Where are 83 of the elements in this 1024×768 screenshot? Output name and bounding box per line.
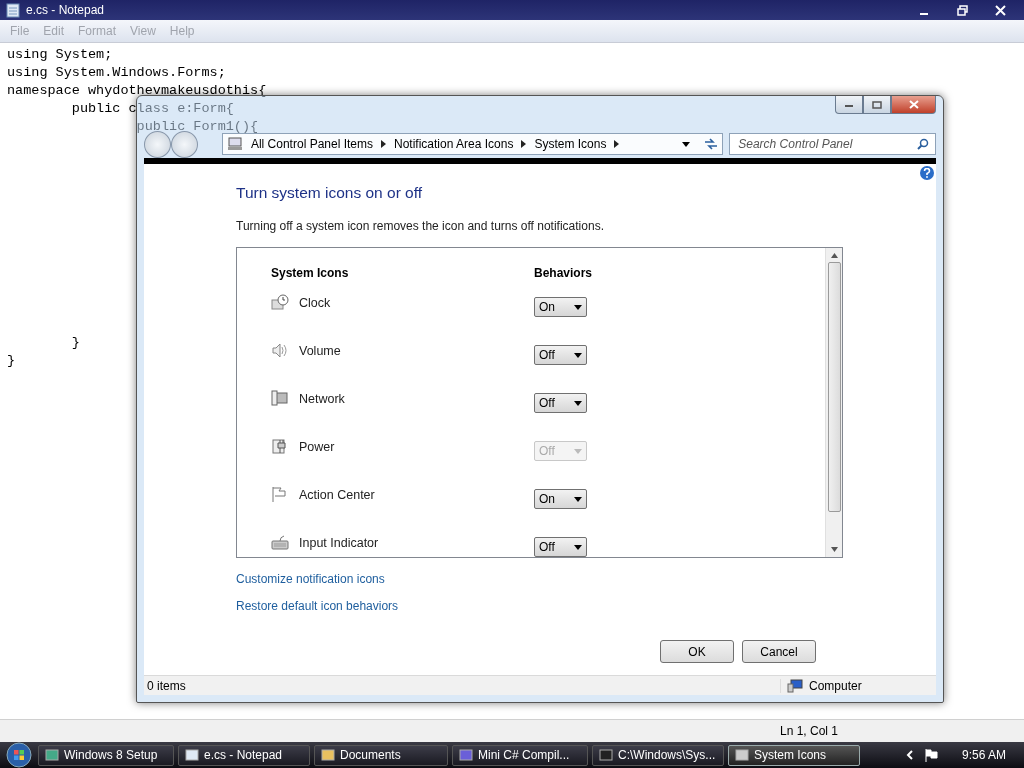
code-line: namespace whydothevmakeusdothis{	[7, 82, 267, 100]
behavior-dropdown[interactable]: On	[534, 297, 587, 317]
app-icon	[735, 748, 749, 762]
computer-icon	[787, 678, 803, 693]
caret-icon	[574, 448, 582, 454]
app-icon	[321, 748, 335, 762]
search-field[interactable]: Search Control Panel	[729, 133, 936, 155]
caret-icon	[574, 496, 582, 502]
icon-name: Input Indicator	[299, 535, 379, 550]
code-line: using System.Windows.Forms;	[7, 64, 226, 82]
caret-icon	[682, 141, 691, 147]
behavior-dropdown[interactable]: On	[534, 489, 587, 509]
scroll-up-icon[interactable]	[830, 253, 838, 258]
breadcrumb-item[interactable]: All Control Panel Items	[250, 137, 373, 151]
code-line: public Form1(){	[135, 118, 259, 136]
taskbar-button[interactable]: C:\Windows\Sys...	[592, 744, 724, 766]
code-line: }	[70, 334, 80, 352]
caret-icon	[574, 352, 582, 358]
restore-icon	[956, 4, 968, 16]
taskbar-button[interactable]: Mini C# Compil...	[452, 744, 588, 766]
icon-name: Action Center	[299, 487, 375, 502]
icon-name: Power	[299, 439, 335, 454]
computer-icon	[226, 137, 243, 151]
search-input[interactable]: Search Control Panel	[736, 136, 917, 152]
cursor-position: Ln 1, Col 1	[780, 724, 839, 738]
breadcrumb-item[interactable]: Notification Area Icons	[394, 137, 514, 151]
taskbar-button[interactable]: Windows 8 Setup	[38, 744, 174, 766]
refresh-icon[interactable]	[704, 138, 719, 150]
arrow-icon[interactable]	[614, 140, 620, 148]
keyboard-icon	[271, 534, 289, 551]
item-count: 0 items	[147, 678, 186, 693]
search-icon	[917, 138, 929, 150]
close-icon	[994, 4, 1006, 16]
clock-icon	[271, 294, 289, 311]
network-icon	[271, 390, 289, 407]
code-line: }	[7, 352, 16, 370]
cancel-button[interactable]: Cancel	[742, 640, 816, 663]
caret-icon	[574, 544, 582, 550]
chevron-icon[interactable]	[905, 750, 914, 760]
link[interactable]: Customize notification icons	[236, 572, 936, 586]
code-line: using System;	[7, 46, 113, 64]
location-text: Computer	[809, 678, 862, 693]
icon-name: Network	[299, 391, 345, 406]
window-title: e.cs - Notepad	[26, 3, 105, 17]
flag-icon	[271, 486, 289, 503]
taskbar-button[interactable]: Documents	[314, 744, 448, 766]
page-heading: Turn system icons on or off	[236, 184, 424, 202]
maximize-icon	[872, 100, 882, 109]
start-button[interactable]	[4, 742, 34, 768]
description-text: Turning off a system icon removes the icon and turns off notifications.	[236, 219, 605, 233]
column-header: Behaviors	[534, 266, 594, 282]
minimize-button[interactable]	[835, 96, 863, 114]
app-icon	[185, 748, 199, 762]
arrow-icon[interactable]	[521, 140, 527, 148]
behavior-dropdown[interactable]: Off	[534, 345, 587, 365]
icon-name: Volume	[299, 343, 341, 358]
scrollbar[interactable]	[825, 248, 842, 557]
address-bar[interactable]: All Control Panel Items Notification Area Icons System Icons	[221, 133, 724, 155]
behavior-dropdown[interactable]: Off	[534, 393, 587, 413]
app-icon	[459, 748, 473, 762]
scroll-down-icon[interactable]	[830, 547, 838, 552]
app-icon	[599, 748, 613, 762]
behavior-dropdown[interactable]: Off	[534, 537, 587, 557]
minimize-icon	[920, 13, 928, 15]
plug-icon	[271, 438, 289, 455]
speaker-icon	[271, 342, 289, 359]
close-icon	[908, 100, 919, 109]
icon-name: Clock	[299, 295, 331, 310]
clock-text: 9:56 AM	[961, 748, 1006, 762]
taskbar-button[interactable]: System Icons	[728, 744, 860, 766]
link[interactable]: Restore default icon behaviors	[236, 599, 936, 613]
taskbar-button[interactable]: e.cs - Notepad	[178, 744, 310, 766]
ok-button[interactable]: OK	[660, 640, 734, 663]
notepad-icon	[6, 2, 20, 18]
caret-icon	[574, 400, 582, 406]
caret-icon	[574, 304, 582, 310]
maximize-button[interactable]	[863, 96, 891, 114]
flag-icon[interactable]	[923, 748, 938, 762]
help-icon[interactable]	[920, 166, 934, 180]
breadcrumb-item[interactable]: System Icons	[534, 137, 607, 151]
arrow-icon[interactable]	[381, 140, 386, 148]
app-icon	[45, 748, 59, 762]
column-header: System Icons	[271, 266, 350, 282]
